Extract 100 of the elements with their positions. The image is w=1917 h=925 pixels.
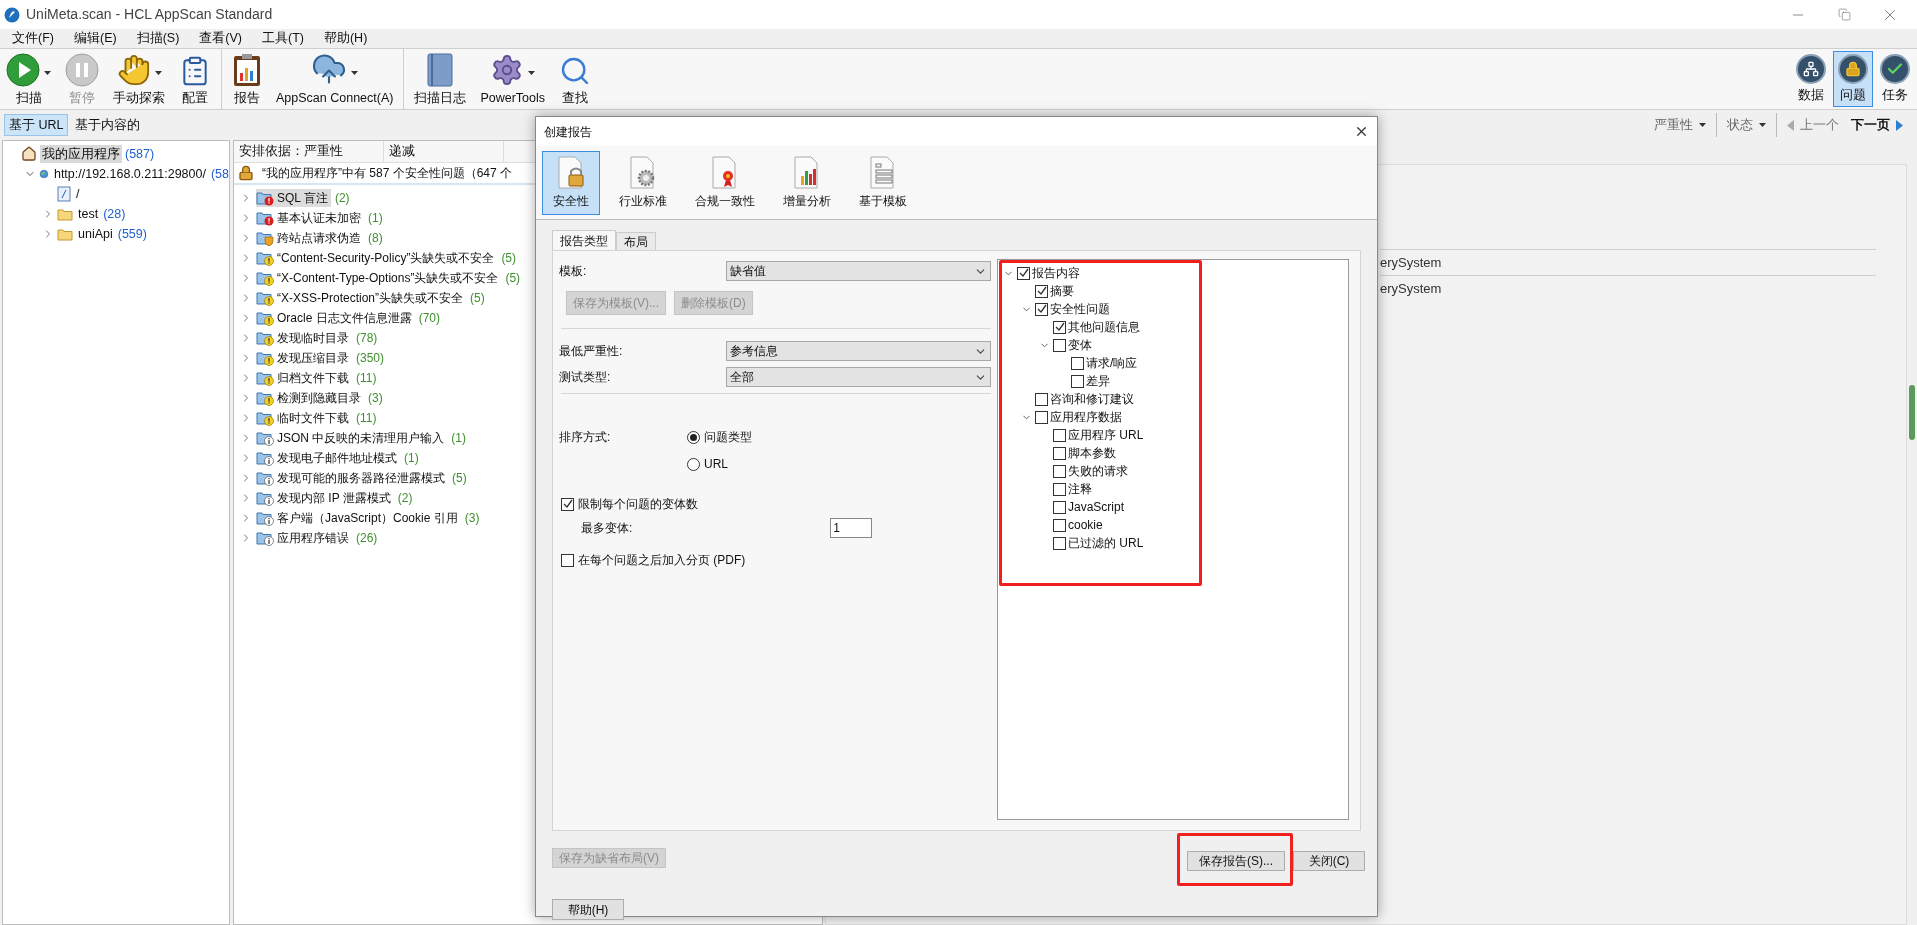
checkbox[interactable] xyxy=(1035,302,1048,316)
menu-item[interactable]: 工具(T) xyxy=(254,29,312,48)
checkbox[interactable] xyxy=(1071,374,1084,388)
checkbox[interactable] xyxy=(1053,446,1066,460)
radio-label[interactable]: URL xyxy=(704,455,728,473)
view-button[interactable]: 问题 xyxy=(1833,51,1873,107)
checkbox[interactable] xyxy=(1035,392,1048,406)
checkbox[interactable] xyxy=(561,553,574,567)
menu-item[interactable]: 文件(F) xyxy=(4,29,62,48)
toolbar-button[interactable]: AppScan Connect(A) xyxy=(272,50,398,108)
issue-row[interactable]: 发现内部 IP 泄露模式 xyxy=(256,489,394,507)
issue-row[interactable]: 发现临时目录 xyxy=(256,329,352,347)
menu-item[interactable]: 扫描(S) xyxy=(128,29,188,48)
tree-item[interactable]: 请求/响应 xyxy=(1086,354,1138,372)
dropdown[interactable]: 全部 xyxy=(726,367,991,387)
checkbox[interactable] xyxy=(1053,500,1066,514)
checkbox[interactable] xyxy=(1017,266,1030,280)
tab[interactable]: 布局 xyxy=(616,232,656,250)
view-button[interactable]: 任务 xyxy=(1875,51,1915,107)
tree-item[interactable]: 差异 xyxy=(1086,372,1110,390)
tree-item[interactable]: 脚本参数 xyxy=(1068,444,1116,462)
close-icon[interactable] xyxy=(1354,124,1369,139)
tree-item[interactable]: 变体 xyxy=(1068,336,1092,354)
issue-row[interactable]: 跨站点请求伪造 xyxy=(256,229,364,247)
report-type-button[interactable]: 安全性 xyxy=(542,150,600,215)
report-type-button[interactable]: 基于模板 xyxy=(850,150,916,215)
column-header[interactable]: 安排依据：严重性 xyxy=(234,141,384,162)
issue-row[interactable]: 客户端（JavaScript）Cookie 引用 xyxy=(256,509,461,527)
issue-row[interactable]: Oracle 日志文件信息泄露 xyxy=(256,309,415,327)
report-type-button[interactable]: 合规一致性 xyxy=(686,150,764,215)
toolbar-button[interactable]: 报告 xyxy=(228,50,266,108)
tree-item[interactable]: JavaScript xyxy=(1068,498,1125,516)
dropdown[interactable]: 缺省值 xyxy=(726,261,991,281)
tree-item[interactable]: 其他问题信息 xyxy=(1068,318,1140,336)
issue-row[interactable]: 归档文件下载 xyxy=(256,369,352,387)
issue-row[interactable]: “X-Content-Type-Options”头缺失或不安全 xyxy=(256,269,502,287)
issue-row[interactable]: “Content-Security-Policy”头缺失或不安全 xyxy=(256,249,498,267)
view-button[interactable]: 数据 xyxy=(1791,51,1831,107)
radio-label[interactable]: 问题类型 xyxy=(704,428,752,446)
checkbox[interactable] xyxy=(1071,356,1084,370)
tree-item[interactable]: test xyxy=(76,204,101,224)
issue-row[interactable]: 发现压缩目录 xyxy=(256,349,352,367)
checkbox-label[interactable]: 限制每个问题的变体数 xyxy=(578,495,698,513)
tree-item[interactable]: 应用程序数据 xyxy=(1050,408,1122,426)
filter-dropdown[interactable]: 严重性 xyxy=(1644,113,1717,137)
number-field[interactable]: 1 xyxy=(830,518,873,538)
scrollbar-thumb[interactable] xyxy=(1909,385,1915,440)
issue-row[interactable]: SQL 盲注 xyxy=(256,189,331,207)
tree-item[interactable]: uniApi xyxy=(76,224,115,244)
checkbox[interactable] xyxy=(1053,464,1066,478)
tree-item[interactable]: 安全性问题 xyxy=(1050,300,1110,318)
issue-row[interactable]: 基本认证未加密 xyxy=(256,209,364,227)
tree-item[interactable]: 我的应用程序 xyxy=(40,144,122,164)
toolbar-button[interactable]: 扫描 xyxy=(2,50,55,108)
tree-item[interactable]: / xyxy=(74,184,82,204)
checkbox[interactable] xyxy=(1035,284,1048,298)
help-button[interactable]: 帮助(H) xyxy=(552,899,624,920)
radio-button[interactable] xyxy=(687,430,700,444)
tree-item[interactable]: http://192.168.0.211:29800/ xyxy=(51,164,208,184)
tree-item[interactable]: 咨询和修订建议 xyxy=(1050,390,1134,408)
issue-row[interactable]: 检测到隐藏目录 xyxy=(256,389,364,407)
menu-item[interactable]: 帮助(H) xyxy=(315,29,376,48)
tree-item[interactable]: 注释 xyxy=(1068,480,1092,498)
filter-dropdown[interactable]: 状态 xyxy=(1717,113,1777,137)
report-type-button[interactable]: 行业标准 xyxy=(610,150,676,215)
toolbar-button[interactable]: 配置 xyxy=(175,50,215,108)
menu-item[interactable]: 查看(V) xyxy=(191,29,250,48)
tree-item[interactable]: cookie xyxy=(1068,516,1103,534)
tree-item[interactable]: 摘要 xyxy=(1050,282,1074,300)
tree-item[interactable]: 失败的请求 xyxy=(1068,462,1128,480)
checkbox[interactable] xyxy=(1053,482,1066,496)
checkbox[interactable] xyxy=(1053,320,1066,334)
checkbox[interactable] xyxy=(1053,338,1066,352)
checkbox[interactable] xyxy=(1053,518,1066,532)
dropdown[interactable]: 参考信息 xyxy=(726,341,991,361)
checkbox[interactable] xyxy=(561,497,574,511)
column-header[interactable]: 递减 xyxy=(384,141,504,162)
issue-row[interactable]: 临时文件下载 xyxy=(256,409,352,427)
toolbar-button[interactable]: 手动探索 xyxy=(109,50,169,108)
view-tab[interactable]: 基于 URL xyxy=(4,114,69,136)
checkbox[interactable] xyxy=(1053,536,1066,550)
toolbar-button[interactable]: PowerTools xyxy=(476,50,550,108)
issue-row[interactable]: 发现可能的服务器路径泄露模式 xyxy=(256,469,448,487)
checkbox[interactable] xyxy=(1053,428,1066,442)
issue-row[interactable]: 应用程序错误 xyxy=(256,529,352,547)
toolbar-button[interactable]: 查找 xyxy=(555,50,596,108)
issue-row[interactable]: 发现电子邮件地址模式 xyxy=(256,449,400,467)
menu-item[interactable]: 编辑(E) xyxy=(65,29,125,48)
radio-button[interactable] xyxy=(687,457,700,471)
checkbox[interactable] xyxy=(1035,410,1048,424)
close-button[interactable]: 关闭(C) xyxy=(1293,851,1365,871)
tree-item[interactable]: 报告内容 xyxy=(1032,264,1080,282)
view-tab[interactable]: 基于内容的 xyxy=(70,114,146,136)
issue-row[interactable]: “X-XSS-Protection”头缺失或不安全 xyxy=(256,289,467,307)
toolbar-button[interactable]: 扫描日志 xyxy=(410,50,471,108)
report-type-button[interactable]: 增量分析 xyxy=(774,150,840,215)
next-button[interactable]: 下一页 xyxy=(1851,115,1903,135)
tab[interactable]: 报告类型 xyxy=(552,230,616,250)
checkbox-label[interactable]: 在每个问题之后加入分页 (PDF) xyxy=(578,551,746,569)
issue-row[interactable]: JSON 中反映的未清理用户输入 xyxy=(256,429,448,447)
